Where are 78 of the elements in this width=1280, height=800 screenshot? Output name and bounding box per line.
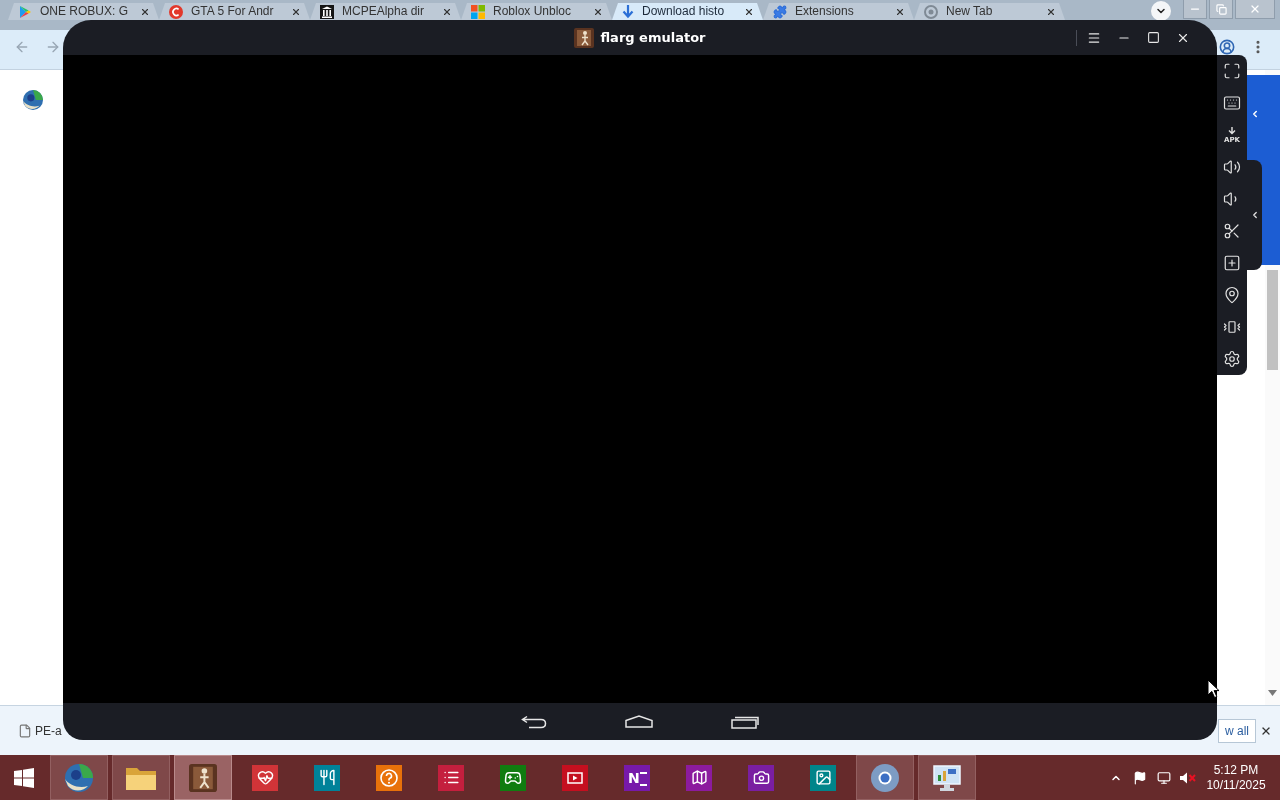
close-icon	[1249, 3, 1261, 15]
close-icon[interactable]	[895, 6, 905, 17]
maximize-icon[interactable]	[1147, 31, 1160, 44]
network-icon[interactable]	[1157, 770, 1171, 785]
close-icon[interactable]	[291, 6, 301, 17]
browser-tab[interactable]: GTA 5 For Andr	[159, 3, 310, 20]
browser-tab[interactable]: New Tab	[914, 3, 1065, 20]
emulator-title: flarg emulator	[600, 30, 706, 45]
close-icon[interactable]	[442, 6, 452, 17]
home-icon[interactable]	[625, 715, 653, 728]
location-pin-icon[interactable]	[1223, 286, 1241, 304]
square-plus-icon[interactable]	[1223, 254, 1241, 272]
picture-icon	[810, 764, 836, 791]
browser-tab[interactable]: Download histo	[612, 3, 763, 20]
scroll-down-arrow-icon[interactable]	[1268, 690, 1277, 696]
scissors-icon[interactable]	[1223, 222, 1241, 240]
menu-icon[interactable]	[1087, 30, 1101, 45]
browser-tab[interactable]: ONE ROBUX: G	[8, 3, 159, 20]
round-badge-icon	[169, 4, 183, 19]
four-panes-icon[interactable]	[14, 767, 34, 788]
close-icon[interactable]	[140, 6, 150, 17]
browser-tab[interactable]: Extensions	[763, 3, 914, 20]
scrollbar-thumb[interactable]	[1267, 270, 1278, 370]
profile-icon[interactable]	[1219, 39, 1235, 55]
map-icon	[686, 764, 712, 791]
settings-icon[interactable]	[1223, 350, 1241, 368]
close-icon[interactable]	[744, 6, 754, 17]
heart-pulse-icon	[252, 764, 278, 791]
taskbar-app-button[interactable]: N	[608, 755, 666, 800]
collapse-tab[interactable]	[1247, 160, 1262, 270]
close-icon[interactable]	[1046, 6, 1056, 17]
speaker-muted-icon[interactable]	[1180, 770, 1196, 785]
video-icon	[562, 764, 588, 791]
four-squares-icon	[471, 4, 485, 19]
app-logo-icon	[574, 27, 595, 48]
clock-time: 5:12 PM	[1213, 762, 1259, 778]
chevron-left-icon[interactable]	[1250, 109, 1260, 119]
round-logo-icon	[871, 763, 899, 792]
monitor-icon	[933, 764, 961, 791]
notebook-logo: N	[624, 764, 650, 791]
keyboard-icon[interactable]	[1223, 94, 1241, 112]
globe-icon	[65, 763, 93, 792]
recent-apps-icon[interactable]	[731, 714, 759, 729]
app-logo-icon	[189, 763, 217, 792]
flag-icon[interactable]	[1133, 770, 1147, 785]
mouse-pointer-icon	[1207, 679, 1220, 699]
close-icon[interactable]	[593, 6, 603, 17]
gamepad-icon	[500, 764, 526, 791]
browser-tab[interactable]: Roblox Unbloc	[461, 3, 612, 20]
restore-icon	[1215, 3, 1227, 15]
globe-icon	[23, 90, 43, 110]
download-file-name[interactable]: PE-a	[35, 723, 62, 738]
puzzle-piece-icon	[773, 4, 787, 19]
show-all-button[interactable]: w all	[1218, 718, 1256, 743]
taskbar-app-button[interactable]	[112, 755, 170, 800]
browser-tab[interactable]: MCPEAlpha dir	[310, 3, 461, 20]
ring-icon	[924, 4, 938, 19]
volume-up-icon[interactable]	[1223, 158, 1241, 176]
cutlery-icon	[314, 764, 340, 791]
phone-vibrate-icon[interactable]	[1223, 318, 1241, 336]
taskbar-app-button[interactable]	[174, 755, 232, 800]
fullscreen-icon[interactable]	[1223, 62, 1241, 80]
folder-icon	[126, 765, 156, 790]
dropdown-button[interactable]	[1151, 1, 1171, 21]
taskbar-app-button[interactable]	[50, 755, 108, 800]
download-arrow-icon	[1227, 126, 1237, 135]
play-triangle-icon	[18, 4, 32, 19]
list-icon	[438, 764, 464, 791]
camera-icon	[748, 764, 774, 791]
taskbar-app-button[interactable]	[918, 755, 976, 800]
restore-button[interactable]	[1209, 0, 1233, 19]
pillars-icon	[320, 4, 334, 19]
file-icon	[18, 723, 32, 738]
back-arrow-icon[interactable]	[521, 714, 547, 729]
question-mark-icon	[376, 764, 402, 791]
taskbar-app-button[interactable]	[856, 755, 914, 800]
download-arrow-icon	[622, 4, 634, 19]
clock-date: 10/11/2025	[1206, 777, 1266, 793]
